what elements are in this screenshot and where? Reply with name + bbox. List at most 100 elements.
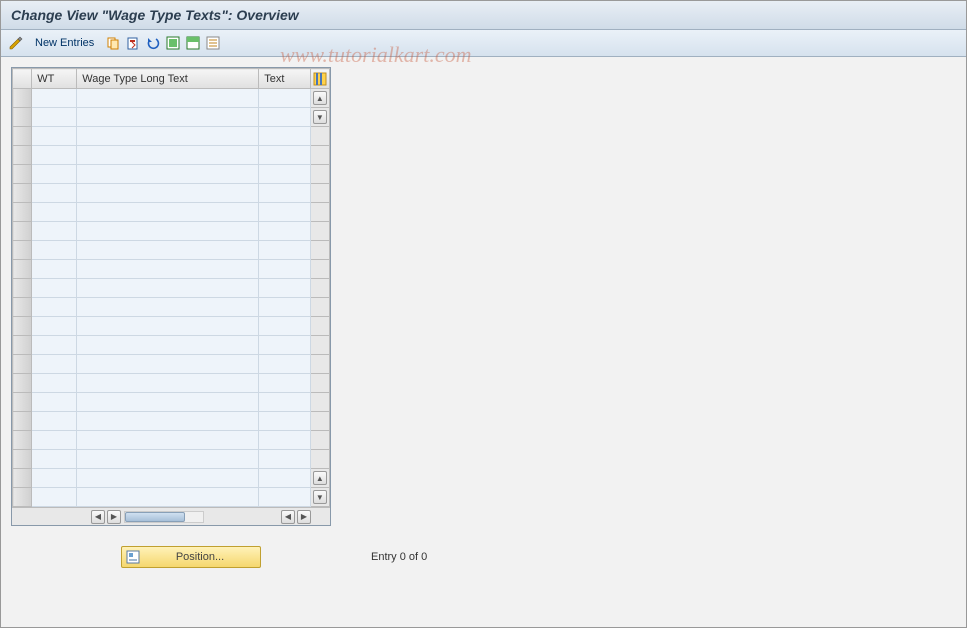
cell-wt[interactable] [32,336,77,355]
cell-text[interactable] [259,222,310,241]
cell-long_text[interactable] [77,279,259,298]
row-selector-header[interactable] [13,69,32,89]
new-entries-button[interactable]: New Entries [27,34,102,52]
row-selector[interactable] [13,260,32,279]
cell-wt[interactable] [32,431,77,450]
cell-text[interactable] [259,317,310,336]
cell-wt[interactable] [32,450,77,469]
cell-text[interactable] [259,260,310,279]
vscroll-page-down-button[interactable]: ▲ [313,471,327,485]
cell-wt[interactable] [32,488,77,507]
cell-text[interactable] [259,336,310,355]
cell-text[interactable] [259,184,310,203]
vscroll-down-button[interactable]: ▼ [313,490,327,504]
hscroll-column-right-button[interactable]: ▶ [297,510,311,524]
cell-wt[interactable] [32,222,77,241]
row-selector[interactable] [13,374,32,393]
cell-wt[interactable] [32,260,77,279]
column-header-text[interactable]: Text [259,69,310,89]
cell-long_text[interactable] [77,127,259,146]
column-header-wt[interactable]: WT [32,69,77,89]
cell-long_text[interactable] [77,298,259,317]
cell-long_text[interactable] [77,222,259,241]
cell-wt[interactable] [32,393,77,412]
cell-text[interactable] [259,203,310,222]
cell-long_text[interactable] [77,165,259,184]
row-selector[interactable] [13,165,32,184]
hscroll-step-right-button[interactable]: ◀ [281,510,295,524]
row-selector[interactable] [13,317,32,336]
row-selector[interactable] [13,241,32,260]
hscroll-thumb[interactable] [125,512,185,522]
cell-text[interactable] [259,241,310,260]
row-selector[interactable] [13,298,32,317]
cell-text[interactable] [259,431,310,450]
cell-wt[interactable] [32,108,77,127]
cell-long_text[interactable] [77,260,259,279]
row-selector[interactable] [13,469,32,488]
row-selector[interactable] [13,222,32,241]
cell-long_text[interactable] [77,450,259,469]
row-selector[interactable] [13,431,32,450]
cell-long_text[interactable] [77,108,259,127]
cell-wt[interactable] [32,127,77,146]
row-selector[interactable] [13,89,32,108]
row-selector[interactable] [13,146,32,165]
cell-text[interactable] [259,127,310,146]
cell-long_text[interactable] [77,431,259,450]
cell-long_text[interactable] [77,146,259,165]
row-selector[interactable] [13,393,32,412]
cell-text[interactable] [259,469,310,488]
cell-text[interactable] [259,165,310,184]
delete-icon[interactable] [124,34,142,52]
cell-long_text[interactable] [77,184,259,203]
deselect-all-icon[interactable] [204,34,222,52]
cell-text[interactable] [259,488,310,507]
row-selector[interactable] [13,355,32,374]
row-selector[interactable] [13,488,32,507]
cell-wt[interactable] [32,412,77,431]
cell-long_text[interactable] [77,241,259,260]
cell-wt[interactable] [32,469,77,488]
cell-text[interactable] [259,146,310,165]
row-selector[interactable] [13,108,32,127]
column-header-long-text[interactable]: Wage Type Long Text [77,69,259,89]
cell-wt[interactable] [32,279,77,298]
cell-wt[interactable] [32,317,77,336]
cell-wt[interactable] [32,89,77,108]
select-all-icon[interactable] [164,34,182,52]
hscroll-track[interactable] [124,511,204,523]
cell-text[interactable] [259,279,310,298]
cell-wt[interactable] [32,146,77,165]
cell-text[interactable] [259,108,310,127]
vscroll-page-up-button[interactable]: ▼ [313,110,327,124]
cell-wt[interactable] [32,298,77,317]
cell-text[interactable] [259,374,310,393]
hscroll-column-left-button[interactable]: ◀ [91,510,105,524]
cell-long_text[interactable] [77,336,259,355]
cell-long_text[interactable] [77,469,259,488]
row-selector[interactable] [13,127,32,146]
cell-text[interactable] [259,393,310,412]
select-block-icon[interactable] [184,34,202,52]
row-selector[interactable] [13,203,32,222]
row-selector[interactable] [13,450,32,469]
cell-text[interactable] [259,89,310,108]
position-button[interactable]: Position... [121,546,261,568]
copy-as-icon[interactable] [104,34,122,52]
cell-wt[interactable] [32,355,77,374]
row-selector[interactable] [13,279,32,298]
row-selector[interactable] [13,336,32,355]
table-configure-button[interactable] [310,69,329,89]
cell-text[interactable] [259,412,310,431]
vscroll-up-button[interactable]: ▲ [313,91,327,105]
cell-long_text[interactable] [77,89,259,108]
cell-long_text[interactable] [77,355,259,374]
row-selector[interactable] [13,412,32,431]
cell-wt[interactable] [32,184,77,203]
cell-long_text[interactable] [77,393,259,412]
row-selector[interactable] [13,184,32,203]
undo-change-icon[interactable] [144,34,162,52]
cell-long_text[interactable] [77,317,259,336]
cell-long_text[interactable] [77,374,259,393]
